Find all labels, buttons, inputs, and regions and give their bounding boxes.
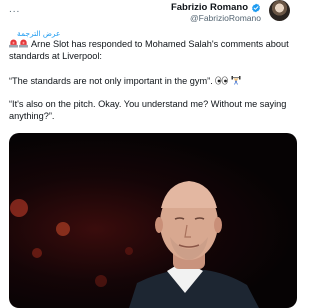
translate-link[interactable]: عرض الترجمة (17, 29, 61, 38)
tweet-line-2: “The standards are not only important in… (9, 75, 213, 86)
avatar[interactable] (269, 0, 290, 21)
tweet-line-1: Arne Slot has responded to Mohamed Salah… (9, 39, 289, 61)
siren-icon (9, 39, 18, 48)
photo-content (10, 181, 259, 308)
tweet-line-3: “It's also on the pitch. Okay. You under… (9, 99, 287, 122)
author-name-row: Fabrizio Romano (171, 2, 261, 13)
author-block[interactable]: Fabrizio Romano @FabrizioRomano (171, 2, 261, 24)
tweet-media-image[interactable] (9, 133, 297, 308)
siren-icon (19, 39, 28, 48)
tweet-text: Arne Slot has responded to Mohamed Salah… (9, 39, 294, 123)
author-handle[interactable]: @FabrizioRomano (171, 13, 261, 24)
tweet-paragraph-1: Arne Slot has responded to Mohamed Salah… (9, 39, 294, 63)
more-options-button[interactable]: ... (9, 4, 20, 15)
author-name[interactable]: Fabrizio Romano (171, 2, 248, 13)
tweet-paragraph-3: “It's also on the pitch. Okay. You under… (9, 99, 294, 123)
verified-icon (252, 3, 260, 12)
weightlifter-icon (231, 75, 241, 85)
eyes-icon (215, 76, 229, 85)
tweet-paragraph-2: “The standards are not only important in… (9, 75, 294, 88)
